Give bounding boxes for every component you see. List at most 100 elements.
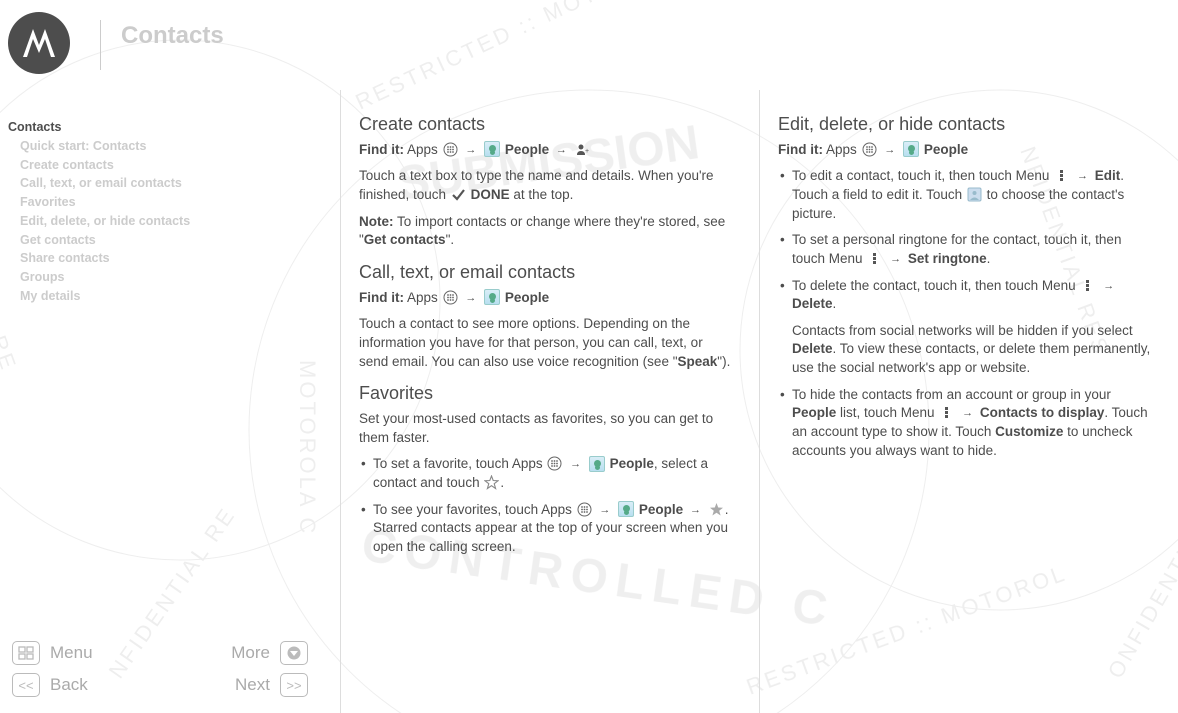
- sidebar-item-favorites[interactable]: Favorites: [0, 193, 300, 212]
- list-item: To set a personal ringtone for the conta…: [778, 231, 1152, 268]
- sidebar-nav: Contacts Quick start: Contacts Create co…: [0, 118, 300, 306]
- footer-nav: Menu More << Back Next >>: [4, 637, 316, 701]
- picture-icon: [967, 187, 982, 202]
- favorites-list: To set a favorite, touch Apps → People, …: [359, 455, 733, 556]
- findit-call: Find it: Apps → People: [359, 289, 733, 308]
- sidebar-item-get[interactable]: Get contacts: [0, 231, 300, 250]
- column-right: Edit, delete, or hide contacts Find it: …: [759, 90, 1178, 713]
- findit-label: Find it:: [359, 290, 404, 305]
- sidebar-item-contacts[interactable]: Contacts: [0, 118, 300, 137]
- sidebar-item-quickstart[interactable]: Quick start: Contacts: [0, 137, 300, 156]
- people-icon: [618, 501, 634, 517]
- apps-icon: [443, 290, 458, 305]
- back-icon[interactable]: <<: [12, 673, 40, 697]
- speak-link[interactable]: Speak: [678, 354, 718, 369]
- list-item: To see your favorites, touch Apps → Peop…: [359, 501, 733, 557]
- text: at the top.: [513, 187, 573, 202]
- text: ".: [446, 232, 455, 247]
- people-word: People: [924, 142, 968, 157]
- arrow-icon: →: [465, 143, 476, 158]
- list-item: To delete the contact, touch it, then to…: [778, 277, 1152, 378]
- contacts-display-word: Contacts to display: [980, 405, 1105, 420]
- apps-word: Apps: [826, 142, 857, 157]
- findit-label: Find it:: [359, 142, 404, 157]
- people-word: People: [639, 502, 683, 517]
- star-outline-icon: [484, 475, 499, 490]
- menu-dots-icon: [867, 251, 882, 266]
- arrow-icon: →: [1077, 169, 1088, 184]
- people-word: People: [792, 405, 836, 420]
- main-content: Create contacts Find it: Apps → People →…: [340, 90, 1178, 713]
- edit-word: Edit: [1095, 168, 1121, 183]
- people-word: People: [505, 142, 549, 157]
- arrow-icon: →: [884, 143, 895, 158]
- arrow-icon: →: [599, 503, 610, 518]
- sidebar-item-edit[interactable]: Edit, delete, or hide contacts: [0, 212, 300, 231]
- fav-p1: Set your most-used contacts as favorites…: [359, 410, 733, 447]
- create-p1: Touch a text box to type the name and de…: [359, 167, 733, 204]
- text: To edit a contact, touch it, then touch …: [792, 168, 1053, 183]
- text: Touch a contact to see more options. Dep…: [359, 316, 703, 368]
- text: To see your favorites, touch Apps: [373, 502, 576, 517]
- apps-icon: [862, 142, 877, 157]
- heading-call-contacts: Call, text, or email contacts: [359, 260, 733, 285]
- delete-word: Delete: [792, 296, 833, 311]
- text: . To view these contacts, or delete them…: [792, 341, 1150, 375]
- findit-edit: Find it: Apps → People: [778, 141, 1152, 160]
- text: To set a favorite, touch Apps: [373, 456, 546, 471]
- column-left: Create contacts Find it: Apps → People →…: [340, 90, 759, 713]
- sidebar-item-create[interactable]: Create contacts: [0, 156, 300, 175]
- next-label[interactable]: Next: [235, 675, 270, 695]
- ringtone-word: Set ringtone: [908, 251, 987, 266]
- customize-word: Customize: [995, 424, 1063, 439]
- people-word: People: [505, 290, 549, 305]
- arrow-icon: →: [556, 143, 567, 158]
- text: To hide the contacts from an account or …: [792, 387, 1111, 402]
- heading-edit-contacts: Edit, delete, or hide contacts: [778, 112, 1152, 137]
- text: To delete the contact, touch it, then to…: [792, 278, 1079, 293]
- svg-text:+: +: [585, 148, 589, 155]
- sidebar-item-groups[interactable]: Groups: [0, 268, 300, 287]
- arrow-icon: →: [962, 406, 973, 421]
- arrow-icon: →: [1103, 279, 1114, 294]
- menu-dots-icon: [939, 405, 954, 420]
- page-title: Contacts: [121, 22, 224, 50]
- people-icon: [484, 289, 500, 305]
- menu-label[interactable]: Menu: [50, 643, 93, 663]
- next-icon[interactable]: >>: [280, 673, 308, 697]
- arrow-icon: →: [890, 252, 901, 267]
- text: list, touch Menu: [836, 405, 938, 420]
- sidebar-item-share[interactable]: Share contacts: [0, 249, 300, 268]
- header-divider: [100, 20, 101, 70]
- menu-dots-icon: [1054, 168, 1069, 183]
- arrow-icon: →: [465, 291, 476, 306]
- people-icon: [484, 141, 500, 157]
- arrow-icon: →: [690, 503, 701, 518]
- sidebar-item-mydetails[interactable]: My details: [0, 287, 300, 306]
- apps-icon: [577, 502, 592, 517]
- list-item: To set a favorite, touch Apps → People, …: [359, 455, 733, 492]
- motorola-logo: [8, 12, 70, 74]
- get-contacts-link[interactable]: Get contacts: [364, 232, 446, 247]
- delete-note: Contacts from social networks will be hi…: [792, 322, 1152, 378]
- menu-icon[interactable]: [12, 641, 40, 665]
- people-word: People: [610, 456, 654, 471]
- delete-word: Delete: [792, 341, 833, 356]
- call-p1: Touch a contact to see more options. Dep…: [359, 315, 733, 371]
- back-label[interactable]: Back: [50, 675, 88, 695]
- people-icon: [589, 456, 605, 472]
- arrow-icon: →: [570, 457, 581, 472]
- text: ").: [717, 354, 730, 369]
- heading-create-contacts: Create contacts: [359, 112, 733, 137]
- text: Contacts from social networks will be hi…: [792, 323, 1133, 338]
- sidebar-item-call[interactable]: Call, text, or email contacts: [0, 174, 300, 193]
- add-person-icon: +: [575, 142, 590, 157]
- done-word: DONE: [471, 187, 510, 202]
- apps-icon: [443, 142, 458, 157]
- more-icon[interactable]: [280, 641, 308, 665]
- create-note: Note: To import contacts or change where…: [359, 213, 733, 250]
- menu-dots-icon: [1080, 278, 1095, 293]
- more-label[interactable]: More: [231, 643, 270, 663]
- list-item: To hide the contacts from an account or …: [778, 386, 1152, 461]
- check-icon: [451, 187, 466, 202]
